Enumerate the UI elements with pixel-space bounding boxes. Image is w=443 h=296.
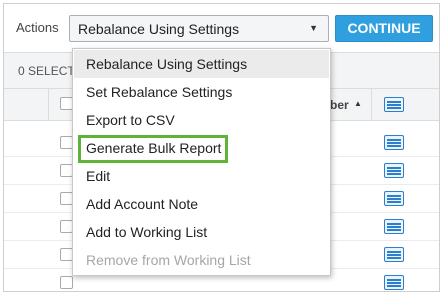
column-chooser-icon[interactable] [384,97,404,112]
caret-down-icon: ▼ [309,23,318,33]
menu-item-edit[interactable]: Edit [74,162,329,190]
menu-item-add-to-working-list[interactable]: Add to Working List [74,218,329,246]
row-details-icon[interactable] [384,275,404,290]
row-details-icon[interactable] [384,191,404,206]
menu-item-rebalance-using-settings[interactable]: Rebalance Using Settings [74,50,329,78]
actions-select[interactable]: Rebalance Using Settings ▼ [69,15,329,42]
menu-item-remove-from-working-list: Remove from Working List [86,252,251,268]
continue-button[interactable]: CONTINUE [335,15,433,42]
actions-toolbar: Actions Rebalance Using Settings ▼ CONTI… [4,4,439,53]
actions-label: Actions [16,20,59,35]
row-details-icon[interactable] [384,163,404,178]
row-details-icon[interactable] [384,219,404,234]
column-divider [48,89,49,120]
sort-ascending-icon[interactable]: ▲ [354,99,362,108]
menu-item-export-to-csv[interactable]: Export to CSV [74,106,329,134]
row-details-icon[interactable] [384,247,404,262]
selected-action-value: Rebalance Using Settings [78,21,240,37]
column-divider [371,89,372,120]
row-details-icon[interactable] [384,135,404,150]
highlight-annotation [78,135,228,163]
menu-item-add-account-note[interactable]: Add Account Note [74,190,329,218]
menu-item-set-rebalance-settings[interactable]: Set Rebalance Settings [74,78,329,106]
selected-count: 0 SELECT [18,64,75,78]
bulk-actions-panel: Actions Rebalance Using Settings ▼ CONTI… [3,3,440,292]
column-header-label[interactable]: ber [330,98,349,112]
row-checkbox[interactable] [60,276,73,289]
actions-dropdown-menu: Rebalance Using Settings Set Rebalance Se… [72,48,331,276]
